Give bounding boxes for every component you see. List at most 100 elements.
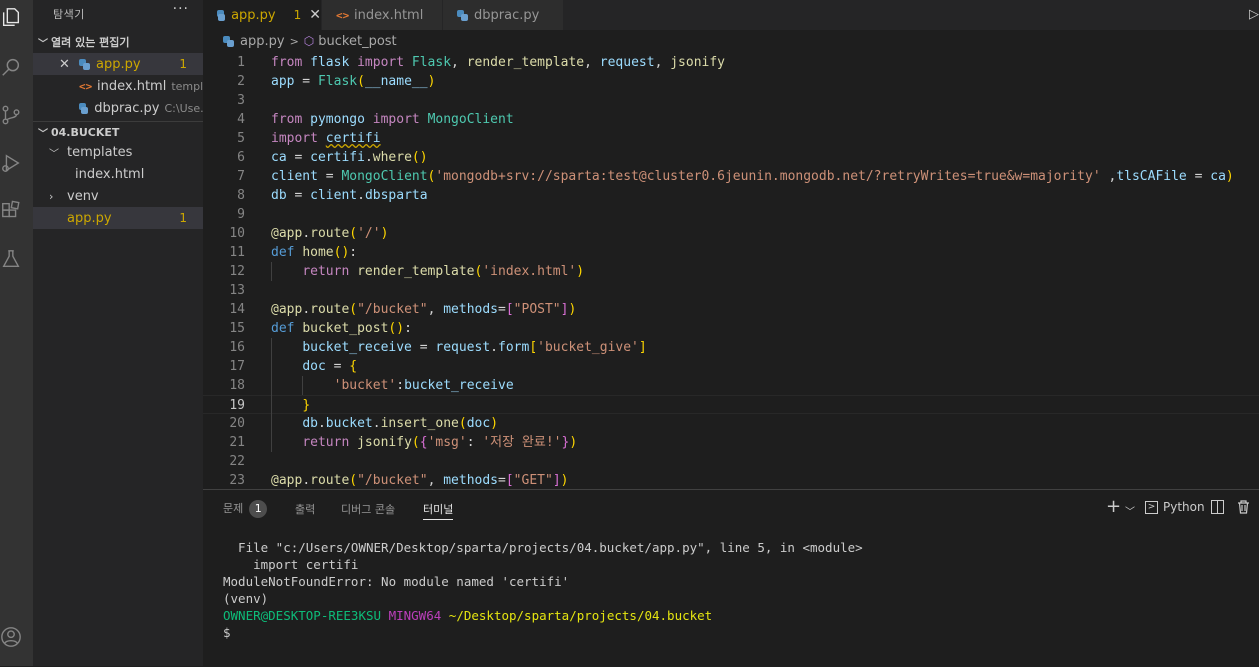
more-actions-icon[interactable]: ··· — [173, 1, 189, 17]
open-editor-item-index-html[interactable]: <> index.html templ... — [33, 75, 203, 97]
code-text: def bucket_post(): — [271, 321, 412, 336]
extensions-icon[interactable] — [0, 200, 22, 222]
problem-count-badge: 1 — [179, 211, 187, 225]
open-editors-header[interactable]: ﹀ 열려 있는 편집기 — [33, 32, 203, 52]
new-terminal-icon[interactable]: + — [1106, 496, 1121, 517]
code-line[interactable]: 23 @app.route("/bucket", methods=["GET"]) — [203, 471, 1259, 489]
trash-icon[interactable] — [1237, 500, 1250, 514]
line-number: 2 — [237, 74, 245, 89]
chevron-right-icon: > — [289, 34, 299, 48]
code-line[interactable]: 13 — [203, 281, 1259, 300]
search-icon[interactable] — [0, 56, 22, 78]
indent-guide — [271, 262, 272, 281]
code-text: } — [302, 398, 311, 413]
code-line[interactable]: 1 from flask import Flask, render_templat… — [203, 53, 1259, 72]
code-editor[interactable]: 1 from flask import Flask, render_templat… — [203, 52, 1259, 489]
line-number: 5 — [237, 131, 245, 146]
code-line[interactable]: 14 @app.route("/bucket", methods=["POST"]… — [203, 300, 1259, 319]
line-number: 21 — [229, 435, 245, 450]
tab-debug-console[interactable]: 디버그 콘솔 — [341, 501, 395, 519]
tree-item-label: index.html — [75, 166, 145, 182]
editor-tab-bar: app.py 1 ✕ <> index.html dbprac.py ▷ — [203, 0, 1259, 30]
breadcrumb-symbol[interactable]: bucket_post — [318, 34, 396, 49]
code-line[interactable]: 12 return render_template('index.html') — [203, 262, 1259, 281]
terminal-user: OWNER@DESKTOP-REE3KSU — [223, 608, 382, 623]
terminal-shell: MINGW64 — [388, 608, 442, 623]
code-line[interactable]: 20 db.bucket.insert_one(doc) — [203, 414, 1259, 433]
code-line[interactable]: 7 client = MongoClient('mongodb+srv://spa… — [203, 167, 1259, 186]
source-control-icon[interactable] — [0, 104, 22, 126]
code-line[interactable]: 5 import certifi — [203, 129, 1259, 148]
line-number: 17 — [229, 359, 245, 374]
method-icon: ⬡ — [303, 34, 315, 48]
code-text: doc = { — [302, 359, 358, 374]
code-text: return jsonify({'msg': '저장 완료!'}) — [302, 435, 578, 450]
tab-app-py[interactable]: app.py 1 ✕ — [203, 0, 322, 30]
line-number: 3 — [237, 93, 245, 108]
code-line[interactable]: 2 app = Flask(__name__) — [203, 72, 1259, 91]
code-text: db = client.dbsparta — [271, 188, 428, 203]
line-number: 9 — [237, 207, 245, 222]
python-file-icon — [79, 58, 90, 70]
line-number: 18 — [229, 378, 245, 393]
line-number: 23 — [229, 473, 245, 488]
code-line[interactable]: 16 bucket_receive = request.form['bucket… — [203, 338, 1259, 357]
line-number: 8 — [237, 188, 245, 203]
open-editor-description: C:\Use... — [164, 101, 203, 115]
code-text: app = Flask(__name__) — [271, 74, 436, 89]
breadcrumb-file[interactable]: app.py — [240, 34, 285, 49]
code-line[interactable]: 18 'bucket':bucket_receive — [203, 376, 1259, 395]
code-line[interactable]: 3 — [203, 91, 1259, 110]
close-icon[interactable]: ✕ — [309, 7, 321, 23]
activity-bar — [0, 0, 33, 666]
tree-item-venv[interactable]: › venv — [33, 185, 203, 207]
terminal-prompt: $ — [223, 625, 231, 640]
sidebar-title: 탐색기 — [53, 8, 85, 21]
run-file-icon[interactable]: ▷ — [1249, 7, 1259, 22]
tab-terminal[interactable]: 터미널 — [423, 501, 454, 520]
tab-index-html[interactable]: <> index.html — [322, 0, 443, 30]
code-line[interactable]: 8 db = client.dbsparta — [203, 186, 1259, 205]
explorer-icon[interactable] — [0, 6, 22, 28]
chevron-right-icon: › — [49, 189, 54, 203]
html-file-icon: <> — [79, 79, 93, 93]
tree-item-label: app.py — [67, 210, 112, 226]
terminal-profile[interactable]: > Python — [1145, 500, 1205, 514]
code-line[interactable]: 15 def bucket_post(): — [203, 319, 1259, 338]
tab-problems[interactable]: 문제 1 — [223, 500, 268, 518]
tab-output[interactable]: 출력 — [295, 501, 315, 519]
python-file-icon — [79, 102, 89, 114]
open-editor-item-app-py[interactable]: ✕ app.py 1 — [33, 53, 203, 75]
tree-item-index-html[interactable]: index.html — [33, 163, 203, 185]
account-icon[interactable] — [0, 626, 22, 648]
chevron-down-icon[interactable]: ﹀ — [1125, 503, 1135, 518]
line-number: 7 — [237, 169, 245, 184]
line-number: 20 — [229, 416, 245, 431]
workspace-header[interactable]: ﹀ 04.BUCKET — [33, 121, 203, 142]
open-editors-label: 열려 있는 편집기 — [51, 36, 130, 49]
line-number: 16 — [229, 340, 245, 355]
python-icon — [223, 35, 234, 47]
code-line[interactable]: 9 — [203, 205, 1259, 224]
code-text: client = MongoClient('mongodb+srv://spar… — [271, 169, 1234, 184]
code-line[interactable]: 19 } — [203, 395, 1259, 414]
code-line[interactable]: 22 — [203, 452, 1259, 471]
tree-item-app-py[interactable]: app.py 1 — [33, 207, 203, 229]
close-icon[interactable]: ✕ — [59, 57, 73, 72]
terminal-line: (venv) — [223, 591, 269, 606]
code-line[interactable]: 6 ca = certifi.where() — [203, 148, 1259, 167]
open-editor-item-dbprac-py[interactable]: dbprac.py C:\Use... — [33, 97, 203, 119]
code-line[interactable]: 17 doc = { — [203, 357, 1259, 376]
code-line[interactable]: 11 def home(): — [203, 243, 1259, 262]
testing-icon[interactable] — [0, 248, 22, 270]
code-line[interactable]: 10 @app.route('/') — [203, 224, 1259, 243]
code-line[interactable]: 4 from pymongo import MongoClient — [203, 110, 1259, 129]
code-line[interactable]: 21 return jsonify({'msg': '저장 완료!'}) — [203, 433, 1259, 452]
split-terminal-icon[interactable] — [1211, 500, 1224, 514]
open-editor-description: templ... — [171, 79, 203, 93]
tab-dbprac-py[interactable]: dbprac.py — [443, 0, 564, 30]
workspace-label: 04.BUCKET — [51, 125, 120, 139]
run-debug-icon[interactable] — [0, 152, 22, 174]
tree-item-templates[interactable]: ﹀ templates — [33, 141, 203, 163]
terminal-shell-label: Python — [1163, 500, 1205, 514]
